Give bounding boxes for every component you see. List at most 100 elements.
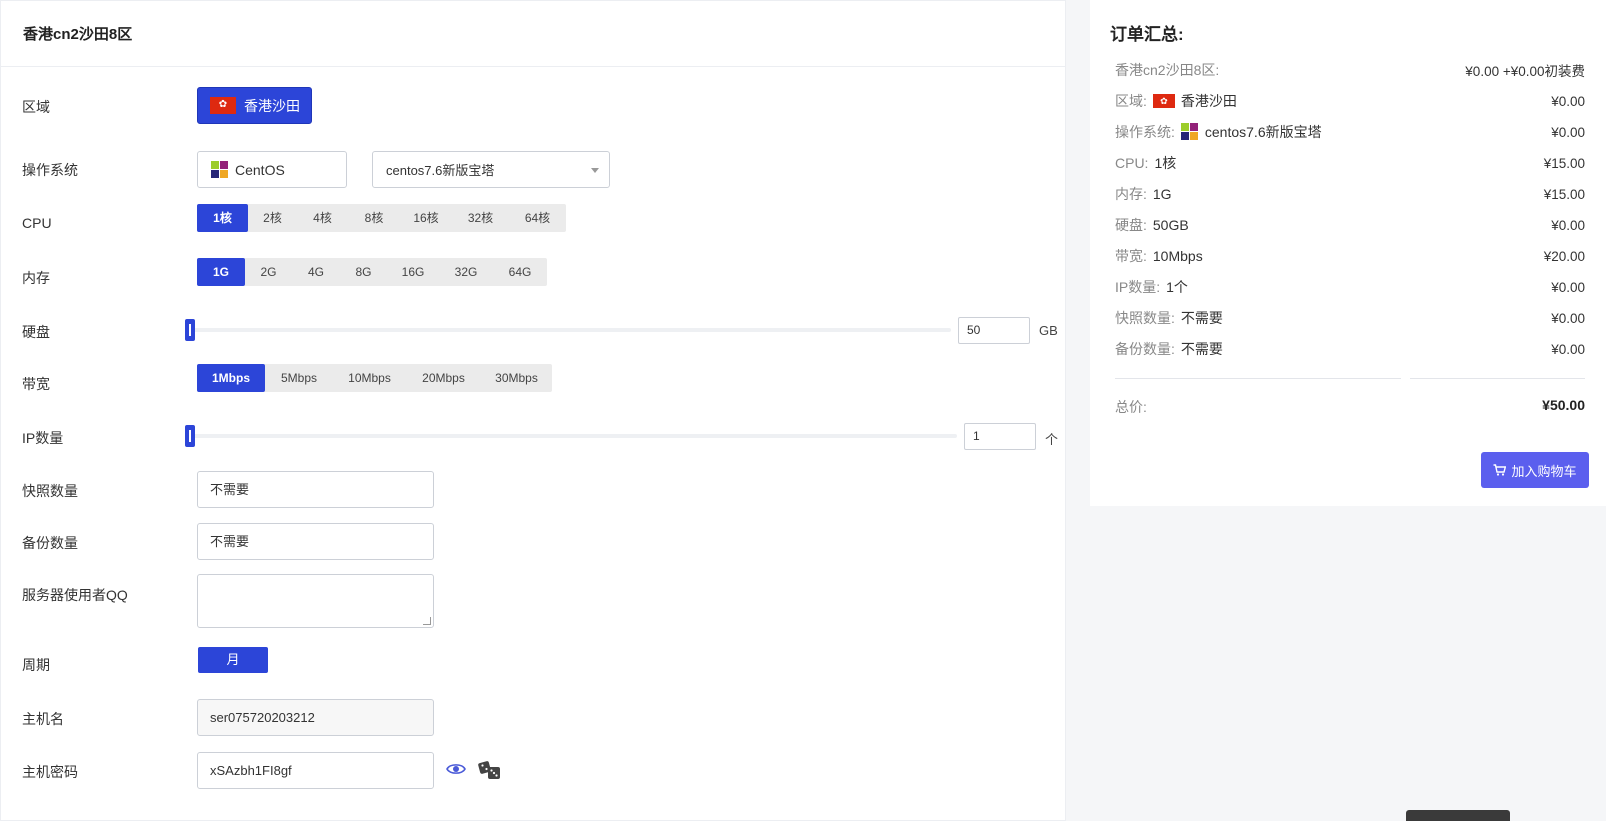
ip-unit: 个 bbox=[1045, 432, 1059, 447]
cpu-option-4[interactable]: 4核 bbox=[297, 204, 348, 232]
centos-icon bbox=[211, 160, 229, 179]
summary-row-disk: 硬盘: 50GB ¥0.00 bbox=[1115, 215, 1585, 235]
summary-row-memory: 内存: 1G ¥15.00 bbox=[1115, 184, 1585, 204]
config-panel: 香港cn2沙田8区 bbox=[0, 0, 1066, 821]
cpu-options: 1核 2核 4核 8核 16核 32核 64核 bbox=[197, 204, 566, 232]
summary-row-backup: 备份数量: 不需要 ¥0.00 bbox=[1115, 339, 1585, 359]
add-to-cart-label: 加入购物车 bbox=[1511, 463, 1577, 479]
os-label: 操作系统 bbox=[22, 162, 78, 178]
summary-row-cpu: CPU: 1核 ¥15.00 bbox=[1115, 153, 1585, 173]
summary-price: ¥0.00 bbox=[1551, 124, 1585, 140]
disk-unit: GB bbox=[1039, 323, 1058, 338]
summary-row-ip: IP数量: 1个 ¥0.00 bbox=[1115, 277, 1585, 297]
hk-flag-icon: ✿ bbox=[210, 97, 236, 114]
order-summary: 订单汇总: 香港cn2沙田8区: ¥0.00 +¥0.00初装费 区域: ✿ 香… bbox=[1090, 0, 1606, 506]
memory-option-1g[interactable]: 1G bbox=[197, 258, 245, 286]
cpu-option-1[interactable]: 1核 bbox=[197, 204, 248, 232]
summary-key: 备份数量: bbox=[1115, 341, 1175, 357]
os-version-select[interactable]: centos7.6新版宝塔 bbox=[372, 151, 610, 188]
bandwidth-label: 带宽 bbox=[22, 376, 50, 392]
summary-key: IP数量: bbox=[1115, 279, 1161, 295]
summary-key: 操作系统: bbox=[1115, 124, 1175, 140]
summary-divider bbox=[1115, 378, 1401, 379]
summary-value: 10Mbps bbox=[1152, 248, 1203, 264]
disk-slider-track[interactable] bbox=[190, 328, 951, 332]
region-value: 香港沙田 bbox=[244, 97, 300, 114]
bandwidth-option-1mbps[interactable]: 1Mbps bbox=[197, 364, 265, 392]
summary-total: 总价: ¥50.00 bbox=[1115, 397, 1585, 417]
bandwidth-options: 1Mbps 5Mbps 10Mbps 20Mbps 30Mbps bbox=[197, 364, 552, 392]
summary-row-os: 操作系统: centos7.6新版宝塔 ¥0.00 bbox=[1115, 122, 1585, 142]
cart-icon bbox=[1493, 464, 1507, 476]
ip-label: IP数量 bbox=[22, 430, 64, 446]
region-option-hongkong-shatin[interactable]: ✿ 香港沙田 bbox=[197, 87, 312, 124]
summary-divider bbox=[1410, 378, 1585, 379]
disk-slider-handle[interactable] bbox=[185, 319, 195, 341]
total-value: ¥50.00 bbox=[1542, 397, 1585, 413]
summary-price: ¥0.00 bbox=[1551, 217, 1585, 233]
dice-icon[interactable] bbox=[478, 760, 502, 780]
product-title: 香港cn2沙田8区 bbox=[1, 1, 1065, 67]
summary-key: 区域: bbox=[1115, 93, 1147, 109]
bandwidth-option-5mbps[interactable]: 5Mbps bbox=[265, 364, 333, 392]
disk-size-input[interactable]: 50 bbox=[958, 317, 1030, 344]
snapshot-label: 快照数量 bbox=[22, 483, 78, 499]
summary-value: 50GB bbox=[1152, 217, 1189, 233]
summary-title: 订单汇总: bbox=[1110, 25, 1184, 44]
bandwidth-option-20mbps[interactable]: 20Mbps bbox=[406, 364, 481, 392]
eye-icon[interactable] bbox=[446, 762, 466, 776]
password-label: 主机密码 bbox=[22, 764, 78, 780]
bandwidth-option-10mbps[interactable]: 10Mbps bbox=[333, 364, 406, 392]
disk-label: 硬盘 bbox=[22, 324, 50, 340]
ip-slider-track[interactable] bbox=[190, 434, 957, 438]
floating-widget-tab[interactable] bbox=[1406, 810, 1510, 821]
summary-product-key: 香港cn2沙田8区: bbox=[1115, 62, 1220, 78]
period-option-month[interactable]: 月 bbox=[198, 647, 268, 673]
hostname-label: 主机名 bbox=[22, 711, 64, 727]
summary-price: ¥0.00 bbox=[1551, 279, 1585, 295]
summary-value: 不需要 bbox=[1180, 310, 1223, 326]
summary-key: 带宽: bbox=[1115, 248, 1147, 264]
summary-price: ¥20.00 bbox=[1543, 248, 1585, 264]
centos-icon bbox=[1180, 123, 1199, 141]
memory-option-2g[interactable]: 2G bbox=[245, 258, 292, 286]
snapshot-select[interactable]: 不需要 bbox=[197, 471, 434, 508]
summary-price: ¥0.00 bbox=[1551, 93, 1585, 109]
os-family-button[interactable]: CentOS bbox=[197, 151, 347, 188]
os-version-value: centos7.6新版宝塔 bbox=[386, 163, 495, 178]
summary-row-region: 区域: ✿ 香港沙田 ¥0.00 bbox=[1115, 91, 1585, 111]
summary-value: 不需要 bbox=[1180, 341, 1223, 357]
memory-options: 1G 2G 4G 8G 16G 32G 64G bbox=[197, 258, 547, 286]
cpu-option-16[interactable]: 16核 bbox=[400, 204, 452, 232]
summary-price: ¥0.00 bbox=[1551, 310, 1585, 326]
password-input[interactable]: xSAzbh1FI8gf bbox=[197, 752, 434, 789]
cpu-option-64[interactable]: 64核 bbox=[509, 204, 566, 232]
cpu-option-8[interactable]: 8核 bbox=[348, 204, 400, 232]
backup-select[interactable]: 不需要 bbox=[197, 523, 434, 560]
summary-value: 1核 bbox=[1154, 155, 1177, 171]
ip-count-input[interactable]: 1 bbox=[964, 423, 1036, 450]
period-label: 周期 bbox=[22, 657, 50, 673]
os-family-label: CentOS bbox=[235, 161, 285, 178]
cpu-option-2[interactable]: 2核 bbox=[248, 204, 297, 232]
memory-option-16g[interactable]: 16G bbox=[387, 258, 439, 286]
summary-row-snapshot: 快照数量: 不需要 ¥0.00 bbox=[1115, 308, 1585, 328]
hostname-input[interactable]: ser075720203212 bbox=[197, 699, 434, 736]
memory-option-32g[interactable]: 32G bbox=[439, 258, 493, 286]
memory-option-8g[interactable]: 8G bbox=[340, 258, 387, 286]
summary-product-price: ¥0.00 +¥0.00初装费 bbox=[1465, 64, 1585, 79]
qq-textarea[interactable] bbox=[197, 574, 434, 628]
ip-slider-handle[interactable] bbox=[185, 425, 195, 447]
cpu-option-32[interactable]: 32核 bbox=[452, 204, 509, 232]
summary-row-product: 香港cn2沙田8区: ¥0.00 +¥0.00初装费 bbox=[1115, 60, 1585, 80]
hk-flag-icon: ✿ bbox=[1152, 94, 1175, 108]
summary-key: 硬盘: bbox=[1115, 217, 1147, 233]
memory-option-64g[interactable]: 64G bbox=[493, 258, 547, 286]
bandwidth-option-30mbps[interactable]: 30Mbps bbox=[481, 364, 552, 392]
add-to-cart-button[interactable]: 加入购物车 bbox=[1481, 452, 1589, 488]
total-label: 总价: bbox=[1115, 399, 1147, 415]
summary-value: 香港沙田 bbox=[1180, 93, 1237, 109]
cpu-label: CPU bbox=[22, 215, 52, 231]
memory-option-4g[interactable]: 4G bbox=[292, 258, 340, 286]
summary-value: centos7.6新版宝塔 bbox=[1204, 124, 1322, 140]
